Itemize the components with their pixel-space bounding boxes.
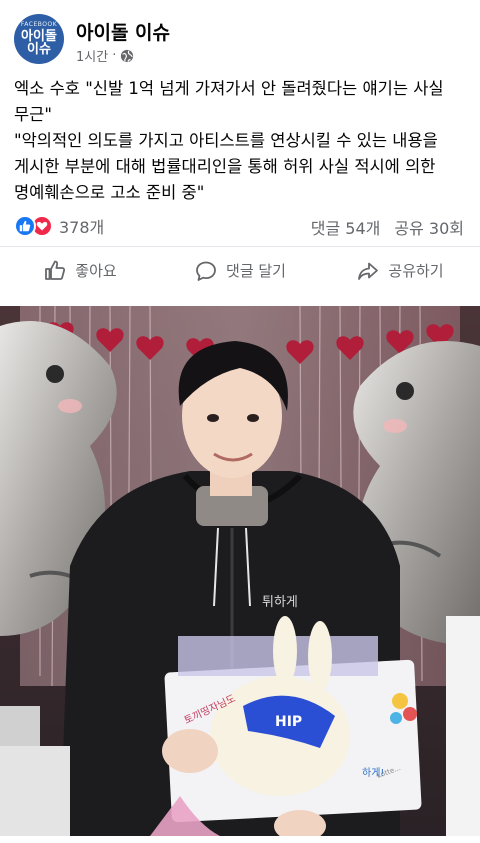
post-time[interactable]: 1시간: [76, 46, 108, 65]
reaction-summary[interactable]: 378개: [14, 214, 104, 238]
share-button[interactable]: 공유하기: [320, 247, 480, 295]
like-icon: [45, 260, 66, 280]
post-text-line1: 엑소 수호 "신발 1억 넘게 가져가서 안 돌려줬다는 얘기는 사실 무근": [14, 79, 444, 124]
hoodie-text: 튀하게: [262, 595, 298, 610]
page-name[interactable]: 아이돌 이슈: [76, 18, 170, 45]
photo-illustration: 튀하게 HIP 토끼띵자님도 하게! Lotte...: [0, 306, 480, 836]
photo-bottom-edge: [0, 836, 480, 843]
like-label: 좋아요: [75, 262, 117, 280]
globe-icon: [121, 49, 134, 62]
post-header: FACEBOOK 아이돌 이슈 아이돌 이슈 1시간 ·: [0, 0, 480, 74]
post-stats: 378개 댓글 54개 공유 30회: [0, 212, 480, 240]
meta-separator: ·: [112, 48, 117, 63]
post-photo[interactable]: 튀하게 HIP 토끼띵자님도 하게! Lotte...: [0, 306, 480, 836]
share-icon: [358, 262, 379, 280]
post-meta: 1시간 ·: [76, 46, 134, 65]
engagement-counts: 댓글 54개 공유 30회: [311, 215, 464, 239]
comment-button[interactable]: 댓글 달기: [160, 247, 320, 295]
gift-box-left: [0, 706, 40, 746]
comment-count[interactable]: 댓글 54개: [311, 215, 381, 239]
post-text-line2: "악의적인 의도를 가지고 아티스트를 연상시킬 수 있는 내용을 게시한 부분…: [14, 131, 438, 202]
page-avatar[interactable]: FACEBOOK 아이돌 이슈: [14, 14, 64, 64]
shopping-bag-right: [446, 616, 480, 836]
comment-label: 댓글 달기: [226, 262, 286, 280]
like-button[interactable]: 좋아요: [0, 247, 160, 295]
share-label: 공유하기: [388, 262, 444, 280]
cake-label: HIP: [275, 714, 302, 730]
action-bar: 좋아요 댓글 달기 공유하기: [0, 246, 480, 294]
avatar-line2: 이슈: [27, 42, 51, 57]
comment-icon: [196, 261, 216, 281]
share-count[interactable]: 공유 30회: [394, 215, 464, 239]
avatar-facebook-text: FACEBOOK: [20, 21, 58, 28]
post-body: 엑소 수호 "신발 1억 넘게 가져가서 안 돌려줬다는 얘기는 사실 무근" …: [14, 76, 470, 206]
like-reaction-icon: [14, 215, 36, 237]
reaction-count: 378개: [59, 218, 105, 237]
